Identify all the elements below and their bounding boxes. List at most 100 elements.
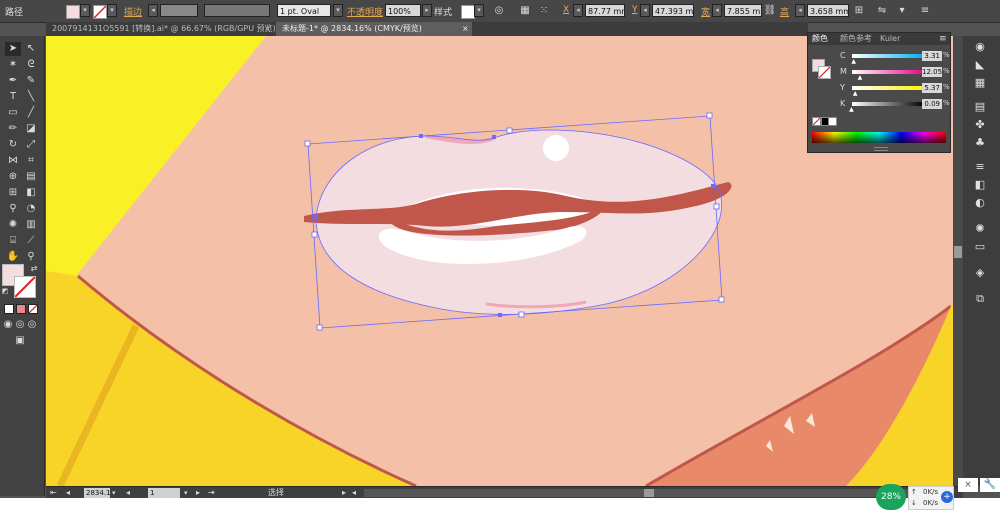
slice-tool-icon[interactable]: ⟋ <box>23 234 39 248</box>
slider-thumb-icon[interactable]: ▲ <box>849 106 854 113</box>
column-graph-tool-icon[interactable]: ▥ <box>23 218 39 232</box>
symbol-sprayer-tool-icon[interactable]: ✺ <box>5 218 21 232</box>
y-label[interactable]: Y <box>632 5 638 15</box>
width-tool-icon[interactable]: ⋈ <box>5 154 21 168</box>
width-field[interactable]: 7.855 mm <box>724 4 762 17</box>
color-guide-icon[interactable]: ✺ <box>971 222 989 236</box>
brushes-icon[interactable]: ◣ <box>971 58 989 72</box>
direct-selection-tool-icon[interactable]: ↖ <box>23 42 39 56</box>
horizontal-scrollbar[interactable] <box>364 489 944 497</box>
flip-icon[interactable]: ⇋ <box>875 4 889 18</box>
height-stepper[interactable]: ◂ <box>795 4 805 17</box>
eraser-tool-icon[interactable]: ◪ <box>23 122 39 136</box>
draw-behind-icon[interactable]: ◎ <box>14 318 26 332</box>
eyedropper-tool-icon[interactable]: ⚲ <box>5 202 21 216</box>
fill-swatch[interactable] <box>66 5 80 19</box>
gradient-panel-icon[interactable]: ◧ <box>971 178 989 192</box>
transform-icon[interactable]: ⊞ <box>852 4 866 18</box>
shape-builder-tool-icon[interactable]: ⊕ <box>5 170 21 184</box>
reference-point-icon[interactable]: ⁙ <box>537 4 551 18</box>
brush-library-icon[interactable]: ✤ <box>971 118 989 132</box>
stroke-label[interactable]: 描边 <box>124 5 142 18</box>
draw-normal-icon[interactable]: ◉ <box>2 318 14 332</box>
screen-mode-icon[interactable]: ▣ <box>12 334 28 348</box>
brush-dropdown[interactable]: ▾ <box>333 4 343 17</box>
appearance-icon[interactable]: ◉ <box>971 40 989 54</box>
type-tool-icon[interactable]: T <box>5 90 21 104</box>
opacity-field[interactable]: 100% <box>385 4 421 17</box>
style-swatch[interactable] <box>461 5 475 19</box>
pencil-tool-icon[interactable]: ✏ <box>5 122 21 136</box>
color-mode-icon[interactable] <box>4 304 14 314</box>
layers-icon[interactable]: ◈ <box>971 266 989 280</box>
artboard-tool-icon[interactable]: ⌸ <box>5 234 21 248</box>
tab-document-1[interactable]: 2007914131O5591 [转换].ai* @ 66.67% (RGB/G… <box>46 22 276 36</box>
wrench-icon[interactable]: 🔧 <box>980 478 1000 492</box>
x-label[interactable]: X <box>563 5 569 15</box>
width-stepper[interactable]: ◂ <box>712 4 722 17</box>
rectangle-tool-icon[interactable]: ▭ <box>5 106 21 120</box>
line-tool-icon[interactable]: ╲ <box>23 90 39 104</box>
magenta-slider[interactable] <box>852 70 924 74</box>
x-field[interactable]: 87.77 mm <box>585 4 625 17</box>
default-colors-icon[interactable]: ◩ <box>0 284 10 298</box>
artboards-icon[interactable]: ⧉ <box>971 292 989 306</box>
tab-color[interactable]: 颜色 <box>812 33 828 45</box>
style-dropdown[interactable]: ▾ <box>474 4 484 17</box>
stroke-dropdown[interactable]: ▾ <box>107 4 117 17</box>
stroke-color-box[interactable] <box>14 276 36 298</box>
magic-wand-tool-icon[interactable]: ✶ <box>5 58 21 72</box>
tab-close-icon[interactable]: × <box>264 22 271 36</box>
width-label[interactable]: 宽 <box>701 5 710 18</box>
hand-tool-icon[interactable]: ✋ <box>5 250 21 264</box>
link-icon[interactable]: ⛓ <box>763 4 777 18</box>
artboard-number-field[interactable]: 1 <box>148 488 180 498</box>
y-field[interactable]: 47.393 mm <box>652 4 694 17</box>
opacity-label[interactable]: 不透明度 <box>347 5 383 18</box>
height-label[interactable]: 高 <box>780 5 789 18</box>
lasso-tool-icon[interactable]: ᘓ <box>23 58 39 72</box>
gradient-tool-icon[interactable]: ◧ <box>23 186 39 200</box>
none-mode-icon[interactable] <box>28 304 38 314</box>
symbols-icon[interactable]: ♣ <box>971 136 989 150</box>
mesh-tool-icon[interactable]: ⊞ <box>5 186 21 200</box>
stroke-panel-icon[interactable]: ≡ <box>971 160 989 174</box>
gradient-mode-icon[interactable] <box>16 304 26 314</box>
plus-icon[interactable]: + <box>941 491 953 503</box>
brush-field[interactable]: 1 pt. Oval <box>277 4 331 17</box>
free-transform-tool-icon[interactable]: ⌗ <box>23 154 39 168</box>
tab-document-2[interactable]: 未标题-1* @ 2834.16% (CMYK/预览) <box>276 22 472 36</box>
recolor-icon[interactable]: ◎ <box>492 4 506 18</box>
panel-menu-icon[interactable]: ≡ <box>918 4 932 18</box>
zoom-field[interactable]: 2834.1 <box>84 488 111 498</box>
yellow-value-field[interactable]: 5.37 <box>922 83 942 93</box>
slider-thumb-icon[interactable]: ▲ <box>858 74 863 81</box>
slider-thumb-icon[interactable]: ▲ <box>853 90 858 97</box>
cyan-value-field[interactable]: 3.31 <box>922 51 942 61</box>
black-value-field[interactable]: 0.09 <box>922 99 942 109</box>
panel-resize-grip[interactable] <box>874 147 888 151</box>
opacity-dropdown[interactable]: ▸ <box>422 4 432 17</box>
panel-menu-icon[interactable]: ≡ <box>939 33 947 45</box>
height-field[interactable]: 3.658 mm <box>807 4 849 17</box>
stroke-swatch[interactable] <box>93 5 107 19</box>
scale-tool-icon[interactable]: ⤢ <box>23 138 39 152</box>
x-stepper[interactable]: ◂ <box>573 4 583 17</box>
perspective-grid-tool-icon[interactable]: ▤ <box>23 170 39 184</box>
graphic-styles-icon[interactable]: ▦ <box>971 76 989 90</box>
align-panel-icon[interactable]: ▭ <box>971 240 989 254</box>
draw-inside-icon[interactable]: ◎ <box>26 318 38 332</box>
align-icon[interactable]: ▦ <box>518 4 532 18</box>
variable-width-field[interactable] <box>204 4 270 17</box>
paintbrush-tool-icon[interactable]: ╱ <box>23 106 39 120</box>
stroke-color-box[interactable] <box>818 66 831 79</box>
stroke-weight-stepper[interactable]: ◂ <box>148 4 158 17</box>
close-icon[interactable]: × <box>958 478 978 492</box>
blend-tool-icon[interactable]: ◔ <box>23 202 39 216</box>
magenta-value-field[interactable]: 12.05 <box>922 67 942 77</box>
selection-tool-icon[interactable]: ➤ <box>5 42 21 56</box>
yellow-slider[interactable] <box>852 86 924 90</box>
network-speed-badge[interactable]: 28% <box>876 484 906 510</box>
vertical-scrollbar[interactable] <box>953 36 963 486</box>
none-swatch[interactable] <box>812 117 821 126</box>
